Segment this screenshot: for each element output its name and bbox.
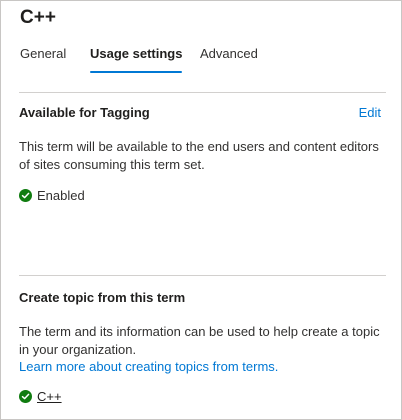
checkmark-circle-icon: [19, 390, 32, 403]
checkmark-circle-icon: [19, 189, 32, 202]
tab-advanced[interactable]: Advanced: [200, 45, 258, 63]
topic-section-title: Create topic from this term: [19, 290, 186, 305]
learn-more-topics-link[interactable]: Learn more about creating topics from te…: [19, 359, 278, 374]
section-divider: [19, 92, 386, 93]
tab-general[interactable]: General: [20, 45, 66, 63]
active-tab-indicator: [90, 71, 183, 73]
topic-term-row: C++: [19, 389, 62, 404]
edit-tagging-link[interactable]: Edit: [359, 105, 381, 120]
tab-usage-settings-label: Usage settings: [90, 46, 183, 61]
term-title: C++: [20, 7, 56, 28]
section-divider: [19, 275, 386, 276]
tagging-section-title: Available for Tagging: [19, 105, 150, 120]
tab-bar: General Usage settings Advanced: [1, 45, 401, 75]
tab-usage-settings[interactable]: Usage settings: [90, 45, 183, 73]
tagging-status-label: Enabled: [37, 188, 85, 203]
term-details-panel: C++ General Usage settings Advanced Avai…: [0, 0, 402, 420]
topic-description: The term and its information can be used…: [19, 324, 380, 357]
tagging-description: This term will be available to the end u…: [19, 139, 379, 172]
tagging-status: Enabled: [19, 188, 85, 203]
topic-term-link[interactable]: C++: [37, 389, 62, 404]
